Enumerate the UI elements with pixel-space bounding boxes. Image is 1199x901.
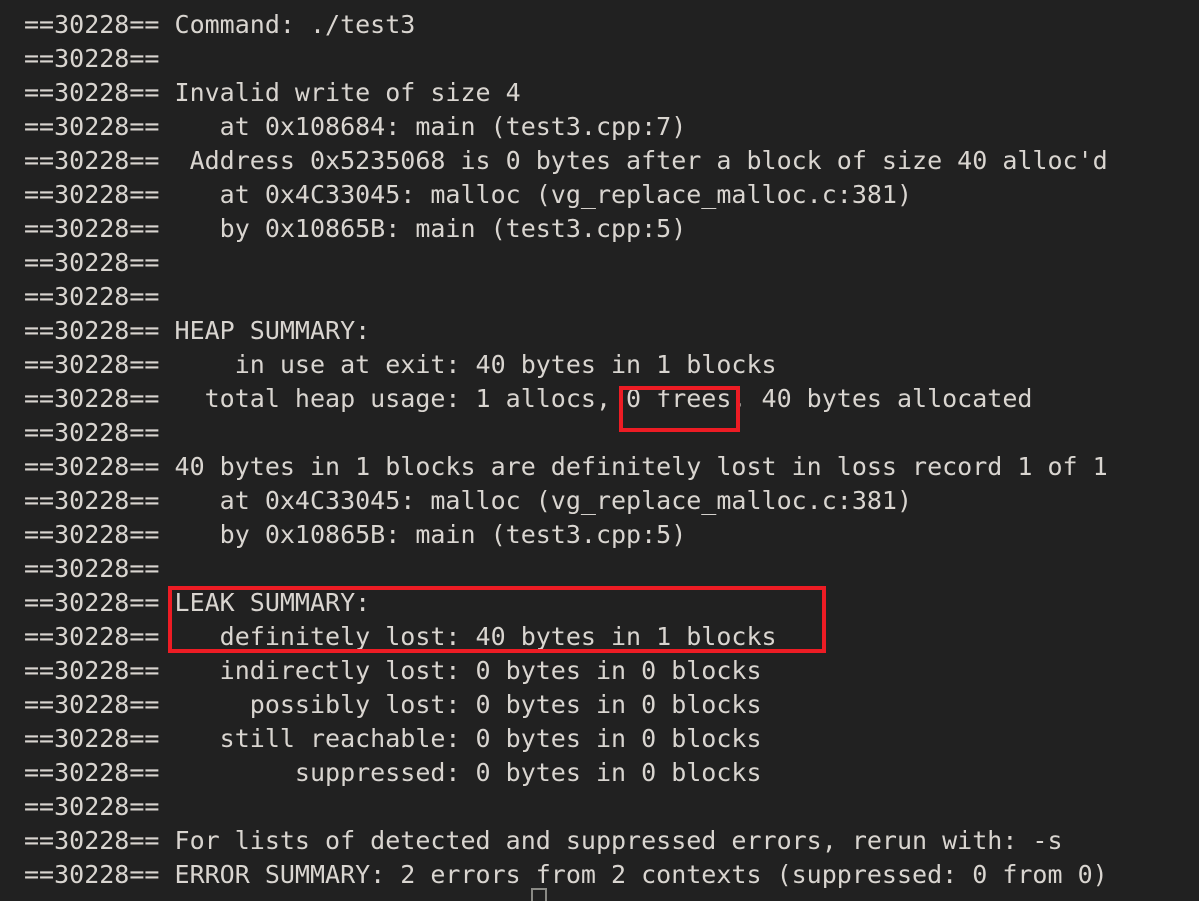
terminal-line: ==30228== at 0x4C33045: malloc (vg_repla… bbox=[24, 486, 913, 515]
terminal-line: ==30228== definitely lost: 40 bytes in 1… bbox=[24, 622, 777, 651]
terminal-line: ==30228== For lists of detected and supp… bbox=[24, 826, 1063, 855]
terminal-line: ==30228== bbox=[24, 282, 175, 311]
terminal-line: ==30228== by 0x10865B: main (test3.cpp:5… bbox=[24, 214, 687, 243]
terminal-line: ==30228== total heap usage: 1 allocs, 0 … bbox=[24, 384, 1033, 413]
terminal-line-list: ==30228== Command: ./test3 ==30228== ==30… bbox=[24, 8, 1199, 892]
text-cursor-block bbox=[531, 888, 547, 901]
terminal-line: ==30228== bbox=[24, 248, 175, 277]
terminal-line: ==30228== indirectly lost: 0 bytes in 0 … bbox=[24, 656, 762, 685]
terminal-line: ==30228== bbox=[24, 44, 175, 73]
terminal-output-pane[interactable]: ==30228== Command: ./test3 ==30228== ==30… bbox=[0, 0, 1199, 901]
terminal-line: ==30228== suppressed: 0 bytes in 0 block… bbox=[24, 758, 762, 787]
terminal-line: ==30228== HEAP SUMMARY: bbox=[24, 316, 371, 345]
terminal-line: ==30228== at 0x108684: main (test3.cpp:7… bbox=[24, 112, 687, 141]
terminal-line: ==30228== 40 bytes in 1 blocks are defin… bbox=[24, 452, 1108, 481]
terminal-line: ==30228== by 0x10865B: main (test3.cpp:5… bbox=[24, 520, 687, 549]
terminal-line: ==30228== bbox=[24, 418, 175, 447]
terminal-line: ==30228== bbox=[24, 792, 175, 821]
terminal-line: ==30228== at 0x4C33045: malloc (vg_repla… bbox=[24, 180, 913, 209]
terminal-line: ==30228== LEAK SUMMARY: bbox=[24, 588, 371, 617]
terminal-line: ==30228== possibly lost: 0 bytes in 0 bl… bbox=[24, 690, 762, 719]
terminal-line: ==30228== bbox=[24, 554, 175, 583]
terminal-line: ==30228== Address 0x5235068 is 0 bytes a… bbox=[24, 146, 1108, 175]
terminal-line: ==30228== Command: ./test3 bbox=[24, 10, 416, 39]
terminal-line: ==30228== still reachable: 0 bytes in 0 … bbox=[24, 724, 762, 753]
terminal-line: ==30228== in use at exit: 40 bytes in 1 … bbox=[24, 350, 777, 379]
terminal-line: ==30228== Invalid write of size 4 bbox=[24, 78, 521, 107]
terminal-line: ==30228== ERROR SUMMARY: 2 errors from 2… bbox=[24, 860, 1108, 889]
